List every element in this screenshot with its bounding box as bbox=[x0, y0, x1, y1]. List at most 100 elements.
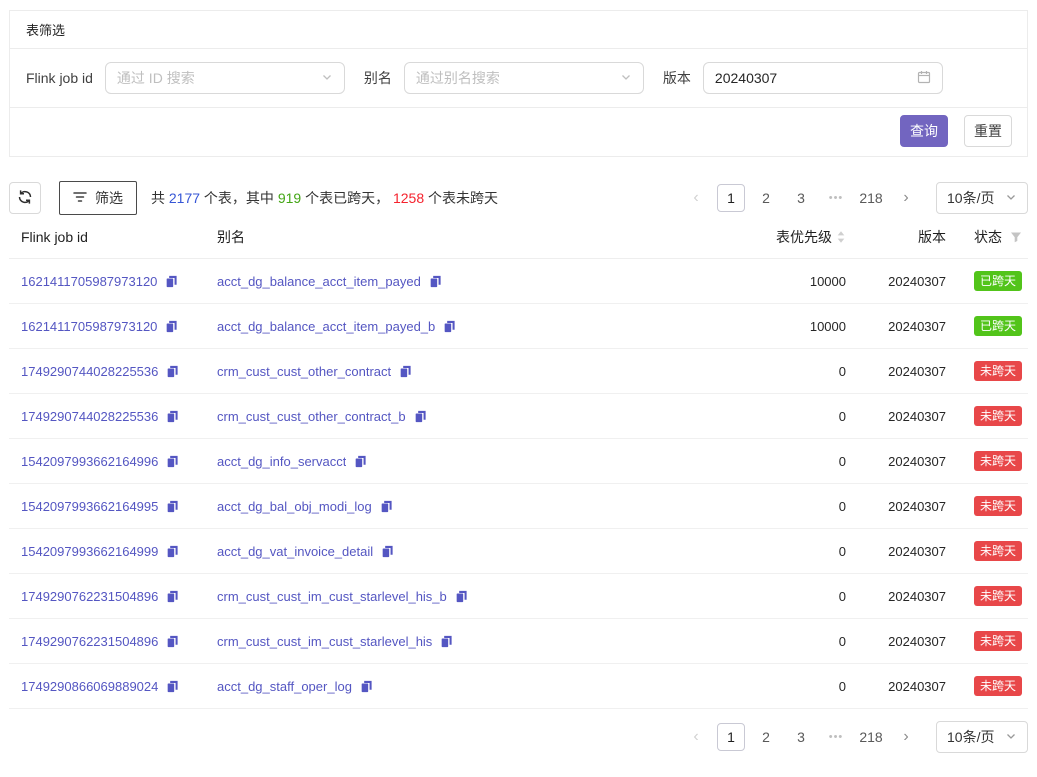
page-button-last[interactable]: 218 bbox=[857, 723, 885, 751]
page-button-2[interactable]: 2 bbox=[752, 184, 780, 212]
cell-priority: 0 bbox=[698, 679, 848, 694]
query-button[interactable]: 查询 bbox=[900, 115, 948, 147]
alias-select[interactable]: 通过别名搜索 bbox=[404, 62, 644, 94]
copy-icon[interactable] bbox=[381, 545, 394, 558]
version-field: 版本 20240307 bbox=[663, 62, 943, 94]
page-button-1[interactable]: 1 bbox=[717, 184, 745, 212]
copy-icon[interactable] bbox=[166, 455, 179, 468]
page-button-3[interactable]: 3 bbox=[787, 723, 815, 751]
cell-status: 已跨天 bbox=[958, 271, 1028, 291]
table-row: 1542097993662164999 acct_dg_vat_invoice_… bbox=[9, 529, 1028, 574]
cell-flink-job-id: 1621411705987973120 bbox=[21, 319, 217, 334]
flink-job-id-link[interactable]: 1542097993662164995 bbox=[21, 499, 158, 514]
cell-status: 未跨天 bbox=[958, 586, 1028, 606]
copy-icon[interactable] bbox=[360, 680, 373, 693]
column-header-flink-job-id: Flink job id bbox=[21, 229, 217, 245]
flink-job-id-link[interactable]: 1621411705987973120 bbox=[21, 319, 157, 334]
flink-job-id-link[interactable]: 1749290866069889024 bbox=[21, 679, 158, 694]
copy-icon[interactable] bbox=[166, 590, 179, 603]
flink-job-id-select[interactable]: 通过 ID 搜索 bbox=[105, 62, 345, 94]
copy-icon[interactable] bbox=[166, 635, 179, 648]
column-filter-icon[interactable] bbox=[1010, 231, 1022, 243]
refresh-button[interactable] bbox=[9, 182, 41, 214]
page-button-last[interactable]: 218 bbox=[857, 184, 885, 212]
reset-button[interactable]: 重置 bbox=[964, 115, 1012, 147]
flink-job-id-link[interactable]: 1749290744028225536 bbox=[21, 364, 158, 379]
refresh-icon bbox=[17, 189, 33, 208]
alias-link[interactable]: crm_cust_cust_other_contract bbox=[217, 364, 391, 379]
copy-icon[interactable] bbox=[399, 365, 412, 378]
next-page-button[interactable]: › bbox=[892, 184, 920, 212]
alias-link[interactable]: acct_dg_bal_obj_modi_log bbox=[217, 499, 372, 514]
pagination-bottom: ‹ 1 2 3 ••• 218 › bbox=[682, 723, 920, 751]
flink-job-id-link[interactable]: 1621411705987973120 bbox=[21, 274, 157, 289]
filter-button-label: 筛选 bbox=[95, 188, 123, 208]
page-button-1[interactable]: 1 bbox=[717, 723, 745, 751]
copy-icon[interactable] bbox=[166, 500, 179, 513]
pagination-ellipsis[interactable]: ••• bbox=[822, 723, 850, 751]
version-date-input[interactable]: 20240307 bbox=[703, 62, 943, 94]
alias-link[interactable]: acct_dg_balance_acct_item_payed_b bbox=[217, 319, 435, 334]
cell-priority: 10000 bbox=[698, 319, 848, 334]
copy-icon[interactable] bbox=[165, 320, 178, 333]
cell-flink-job-id: 1542097993662164996 bbox=[21, 454, 217, 469]
version-label: 版本 bbox=[663, 68, 691, 88]
copy-icon[interactable] bbox=[443, 320, 456, 333]
flink-job-id-link[interactable]: 1749290744028225536 bbox=[21, 409, 158, 424]
cell-alias: acct_dg_info_servacct bbox=[217, 454, 698, 469]
cell-version: 20240307 bbox=[848, 589, 958, 604]
copy-icon[interactable] bbox=[455, 590, 468, 603]
column-header-version: 版本 bbox=[848, 227, 958, 247]
copy-icon[interactable] bbox=[440, 635, 453, 648]
cell-version: 20240307 bbox=[848, 319, 958, 334]
cell-alias: crm_cust_cust_im_cust_starlevel_his_b bbox=[217, 589, 698, 604]
alias-link[interactable]: crm_cust_cust_im_cust_starlevel_his bbox=[217, 634, 432, 649]
page-button-2[interactable]: 2 bbox=[752, 723, 780, 751]
copy-icon[interactable] bbox=[166, 410, 179, 423]
table-row: 1621411705987973120 acct_dg_balance_acct… bbox=[9, 304, 1028, 349]
cell-priority: 0 bbox=[698, 634, 848, 649]
pagination-ellipsis[interactable]: ••• bbox=[822, 184, 850, 212]
status-badge: 已跨天 bbox=[974, 316, 1022, 336]
filter-button[interactable]: 筛选 bbox=[59, 181, 137, 215]
cell-flink-job-id: 1749290762231504896 bbox=[21, 589, 217, 604]
flink-job-id-link[interactable]: 1749290762231504896 bbox=[21, 634, 158, 649]
flink-job-id-link[interactable]: 1749290762231504896 bbox=[21, 589, 158, 604]
alias-link[interactable]: acct_dg_info_servacct bbox=[217, 454, 346, 469]
copy-icon[interactable] bbox=[166, 680, 179, 693]
flink-job-id-link[interactable]: 1542097993662164999 bbox=[21, 544, 158, 559]
sort-icon[interactable] bbox=[836, 230, 846, 244]
alias-link[interactable]: crm_cust_cust_other_contract_b bbox=[217, 409, 406, 424]
copy-icon[interactable] bbox=[165, 275, 178, 288]
cell-flink-job-id: 1749290744028225536 bbox=[21, 409, 217, 424]
cell-alias: acct_dg_staff_oper_log bbox=[217, 679, 698, 694]
copy-icon[interactable] bbox=[166, 545, 179, 558]
status-badge: 已跨天 bbox=[974, 271, 1022, 291]
alias-link[interactable]: crm_cust_cust_im_cust_starlevel_his_b bbox=[217, 589, 447, 604]
cell-alias: acct_dg_balance_acct_item_payed bbox=[217, 274, 698, 289]
cell-alias: acct_dg_bal_obj_modi_log bbox=[217, 499, 698, 514]
cell-version: 20240307 bbox=[848, 679, 958, 694]
copy-icon[interactable] bbox=[166, 365, 179, 378]
flink-job-id-link[interactable]: 1542097993662164996 bbox=[21, 454, 158, 469]
page-button-3[interactable]: 3 bbox=[787, 184, 815, 212]
alias-link[interactable]: acct_dg_balance_acct_item_payed bbox=[217, 274, 421, 289]
page-size-select[interactable]: 10条/页 bbox=[936, 182, 1028, 214]
alias-link[interactable]: acct_dg_staff_oper_log bbox=[217, 679, 352, 694]
calendar-icon bbox=[917, 70, 931, 87]
copy-icon[interactable] bbox=[429, 275, 442, 288]
status-badge: 未跨天 bbox=[974, 541, 1022, 561]
copy-icon[interactable] bbox=[380, 500, 393, 513]
prev-page-button[interactable]: ‹ bbox=[682, 184, 710, 212]
copy-icon[interactable] bbox=[414, 410, 427, 423]
copy-icon[interactable] bbox=[354, 455, 367, 468]
summary-text: 共 2177 个表，其中 919 个表已跨天， 1258 个表未跨天 bbox=[151, 188, 498, 208]
prev-page-button[interactable]: ‹ bbox=[682, 723, 710, 751]
page-size-select[interactable]: 10条/页 bbox=[936, 721, 1028, 753]
chevron-down-icon bbox=[321, 70, 333, 86]
cell-version: 20240307 bbox=[848, 544, 958, 559]
alias-link[interactable]: acct_dg_vat_invoice_detail bbox=[217, 544, 373, 559]
table-row: 1621411705987973120 acct_dg_balance_acct… bbox=[9, 259, 1028, 304]
cell-priority: 0 bbox=[698, 454, 848, 469]
next-page-button[interactable]: › bbox=[892, 723, 920, 751]
